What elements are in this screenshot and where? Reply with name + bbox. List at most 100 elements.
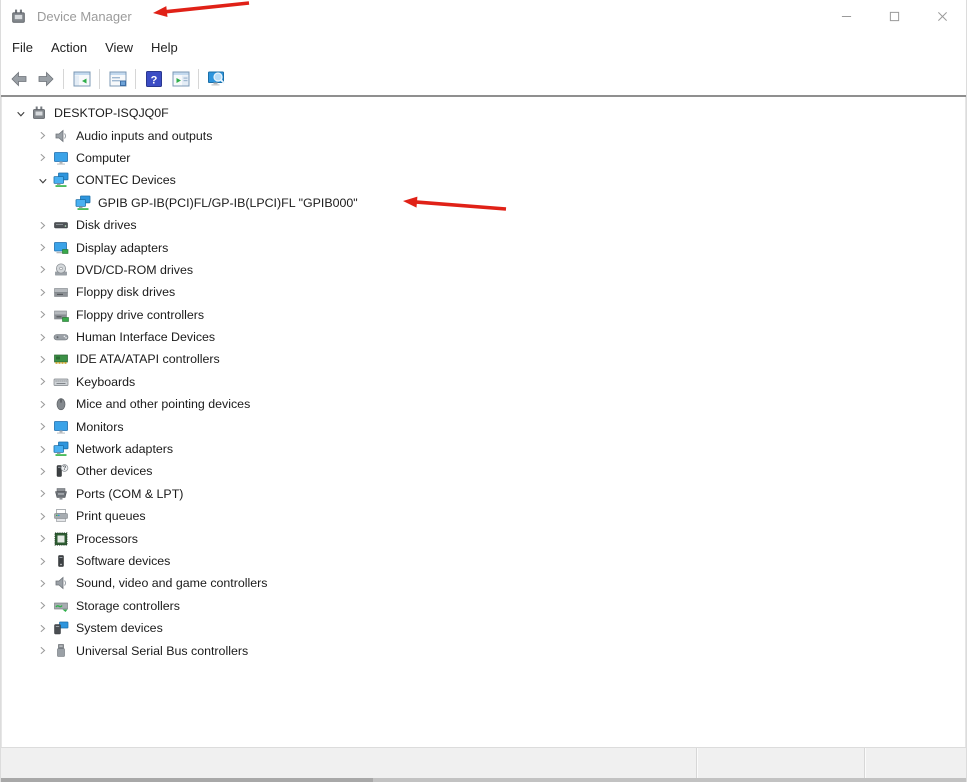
show-hide-action-pane-button[interactable]: [167, 65, 194, 92]
back-button[interactable]: [5, 65, 32, 92]
status-bar-segment: [696, 748, 864, 778]
tree-item-ide-ata-atapi-controllers[interactable]: IDE ATA/ATAPI controllers: [2, 348, 965, 370]
chevron-down-icon[interactable]: [10, 105, 30, 121]
forward-button[interactable]: [32, 65, 59, 92]
chevron-right-icon[interactable]: [32, 351, 52, 367]
tree-item-ports-com-lpt[interactable]: Ports (COM & LPT): [2, 483, 965, 505]
processor-icon: [52, 531, 70, 547]
tree-item-computer[interactable]: Computer: [2, 147, 965, 169]
properties-button[interactable]: [104, 65, 131, 92]
system-device-icon: [52, 620, 70, 636]
tree-item-universal-serial-bus-controllers[interactable]: Universal Serial Bus controllers: [2, 639, 965, 661]
svg-text:?: ?: [150, 74, 157, 86]
tree-item-storage-controllers[interactable]: Storage controllers: [2, 595, 965, 617]
chevron-right-icon[interactable]: [32, 575, 52, 591]
tree-item-display-adapters[interactable]: Display adapters: [2, 236, 965, 258]
tree-item-dvd-cd-rom-drives[interactable]: DVD/CD-ROM drives: [2, 259, 965, 281]
network-adapter-icon: [52, 172, 70, 188]
chevron-right-icon[interactable]: [32, 307, 52, 323]
toolbar-separator: [99, 68, 100, 89]
chevron-right-icon[interactable]: [32, 553, 52, 569]
show-hide-console-tree-button[interactable]: [68, 65, 95, 92]
maximize-icon: [889, 11, 900, 22]
chevron-right-icon[interactable]: [32, 531, 52, 547]
chevron-right-icon[interactable]: [32, 441, 52, 457]
tree-item-floppy-drive-controllers[interactable]: Floppy drive controllers: [2, 304, 965, 326]
tree-item-contec-devices[interactable]: CONTEC Devices: [2, 169, 965, 191]
chevron-right-icon[interactable]: [32, 419, 52, 435]
status-bar: [1, 747, 966, 778]
menu-help[interactable]: Help: [142, 36, 187, 59]
chevron-right-icon[interactable]: [32, 374, 52, 390]
tree-item-label: Computer: [76, 150, 131, 165]
usb-icon: [52, 643, 70, 659]
scan-for-hardware-changes-button[interactable]: [203, 65, 230, 92]
tree-item-label: Sound, video and game controllers: [76, 576, 268, 591]
tree-item-processors[interactable]: Processors: [2, 527, 965, 549]
tree-item-software-devices[interactable]: Software devices: [2, 550, 965, 572]
help-button[interactable]: ?: [140, 65, 167, 92]
minimize-button[interactable]: [822, 0, 870, 32]
tree-item-desktop-isqjq0f[interactable]: DESKTOP-ISQJQ0F: [2, 102, 965, 124]
floppy-drive-icon: [52, 284, 70, 300]
chevron-right-icon[interactable]: [32, 284, 52, 300]
mouse-icon: [52, 396, 70, 412]
chevron-right-icon[interactable]: [32, 329, 52, 345]
tree-item-mice-and-other-pointing-devices[interactable]: Mice and other pointing devices: [2, 393, 965, 415]
menu-action[interactable]: Action: [42, 36, 96, 59]
tree-item-label: System devices: [76, 621, 163, 636]
tree-item-label: Other devices: [76, 464, 153, 479]
tree-item-label: Storage controllers: [76, 598, 180, 613]
window-title: Device Manager: [37, 8, 132, 24]
printer-icon: [52, 508, 70, 524]
chevron-right-icon[interactable]: [32, 217, 52, 233]
hid-icon: [52, 329, 70, 345]
speaker-icon: [52, 128, 70, 144]
chevron-right-icon[interactable]: [32, 620, 52, 636]
chevron-right-icon[interactable]: [32, 262, 52, 278]
menu-view[interactable]: View: [96, 36, 142, 59]
tree-item-floppy-disk-drives[interactable]: Floppy disk drives: [2, 281, 965, 303]
software-device-icon: [52, 553, 70, 569]
chevron-right-icon[interactable]: [32, 240, 52, 256]
close-icon: [937, 11, 948, 22]
tree-item-disk-drives[interactable]: Disk drives: [2, 214, 965, 236]
close-button[interactable]: [918, 0, 966, 32]
tree-item-label: Mice and other pointing devices: [76, 397, 251, 412]
chevron-right-icon[interactable]: [32, 150, 52, 166]
network-adapter-icon: [52, 441, 70, 457]
tree-item-other-devices[interactable]: ? Other devices: [2, 460, 965, 482]
tree-item-gpib-gp-ib-pci-fl-gp-ib-lpci-fl-gpib000[interactable]: GPIB GP-IB(PCI)FL/GP-IB(LPCI)FL "GPIB000…: [2, 192, 965, 214]
tree-item-print-queues[interactable]: Print queues: [2, 505, 965, 527]
toolbar-separator: [135, 68, 136, 89]
chevron-right-icon[interactable]: [32, 598, 52, 614]
tree-item-audio-inputs-and-outputs[interactable]: Audio inputs and outputs: [2, 124, 965, 146]
storage-controller-icon: [52, 598, 70, 614]
menu-file[interactable]: File: [3, 36, 42, 59]
chevron-right-icon[interactable]: [32, 128, 52, 144]
chevron-right-icon[interactable]: [32, 508, 52, 524]
tree-item-sound-video-and-game-controllers[interactable]: Sound, video and game controllers: [2, 572, 965, 594]
status-bar-segment: [864, 748, 966, 778]
tree-item-system-devices[interactable]: System devices: [2, 617, 965, 639]
menu-bar: File Action View Help: [1, 32, 966, 62]
tree-item-label: Floppy disk drives: [76, 285, 176, 300]
chevron-right-icon[interactable]: [32, 463, 52, 479]
chevron-right-icon[interactable]: [32, 396, 52, 412]
tree-item-label: Human Interface Devices: [76, 330, 216, 345]
maximize-button[interactable]: [870, 0, 918, 32]
device-manager-window: Device Manager File Action View Help ? DESK…: [0, 0, 967, 782]
status-bar-segment: [1, 748, 696, 778]
serial-port-icon: [52, 486, 70, 502]
device-tree: DESKTOP-ISQJQ0F Audio inputs and outputs C…: [2, 102, 965, 662]
tree-item-network-adapters[interactable]: Network adapters: [2, 438, 965, 460]
back-arrow-icon: [9, 69, 29, 89]
action-pane-icon: [171, 69, 191, 89]
chevron-down-icon[interactable]: [32, 172, 52, 188]
tree-item-human-interface-devices[interactable]: Human Interface Devices: [2, 326, 965, 348]
tree-item-keyboards[interactable]: Keyboards: [2, 371, 965, 393]
tree-item-monitors[interactable]: Monitors: [2, 415, 965, 437]
chevron-right-icon[interactable]: [32, 486, 52, 502]
chevron-right-icon[interactable]: [32, 643, 52, 659]
